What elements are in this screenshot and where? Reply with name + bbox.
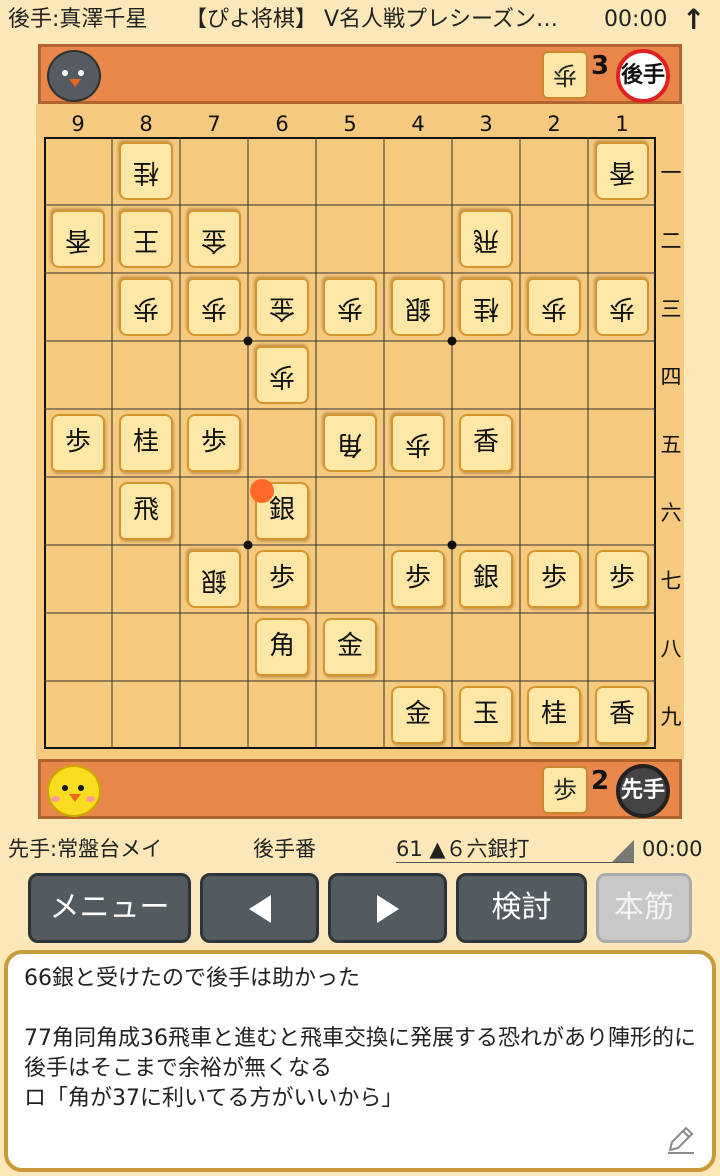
sente-player-name: 先手:常盤台メイ [8, 837, 163, 861]
mainline-button[interactable]: 本筋 [596, 873, 692, 943]
sente-piece[interactable]: 香 [459, 414, 513, 472]
sente-piece-stand: 歩 2 先手 [38, 759, 682, 819]
gote-clock: 00:00 [604, 7, 668, 32]
sente-piece[interactable]: 金 [323, 618, 377, 676]
sente-piece[interactable]: 桂 [119, 414, 173, 472]
file-label: 9 [71, 112, 85, 136]
gote-piece[interactable]: 歩 [323, 278, 377, 336]
sente-piece[interactable]: 金 [391, 686, 445, 744]
gote-piece[interactable]: 桂 [119, 142, 173, 200]
file-label: 8 [139, 112, 153, 136]
rank-label: 八 [660, 637, 682, 661]
sente-piece[interactable]: 桂 [527, 686, 581, 744]
gote-piece[interactable]: 歩 [255, 346, 309, 404]
sente-piece[interactable]: 角 [255, 618, 309, 676]
sente-piece[interactable]: 歩 [187, 414, 241, 472]
sente-piece[interactable]: 歩 [391, 550, 445, 608]
gote-piece[interactable]: 金 [255, 278, 309, 336]
gote-piece[interactable]: 香 [595, 142, 649, 200]
sente-clock: 00:00 [642, 837, 703, 861]
gote-piece[interactable]: 飛 [459, 210, 513, 268]
current-move: 61 ▲６六銀打 [396, 837, 530, 861]
sente-piece[interactable]: 歩 [595, 550, 649, 608]
file-label: 7 [207, 112, 221, 136]
gote-piece[interactable]: 歩 [119, 278, 173, 336]
sente-badge: 先手 [616, 764, 670, 818]
sente-piece[interactable]: 歩 [255, 550, 309, 608]
rank-label: 三 [660, 297, 682, 321]
dropdown-corner-icon [612, 840, 634, 862]
prev-move-button[interactable] [200, 873, 319, 943]
gote-piece[interactable]: 銀 [187, 550, 241, 608]
rank-label: 四 [660, 365, 682, 389]
rank-label: 七 [660, 569, 682, 593]
gote-hand-piece[interactable]: 歩 [542, 51, 588, 99]
up-arrow-icon[interactable]: ↑ [682, 0, 705, 40]
gote-piece[interactable]: 銀 [391, 278, 445, 336]
file-label: 1 [615, 112, 629, 136]
gote-hand-count: 3 [591, 51, 610, 81]
gote-piece[interactable]: 角 [323, 414, 377, 472]
gote-piece-stand: 歩 3 後手 [38, 44, 682, 104]
sente-piece[interactable]: 歩 [51, 414, 105, 472]
shogi-board: 桂香香王金飛歩歩金歩銀桂歩歩歩歩桂歩角歩香飛銀銀歩歩銀歩歩角金金玉桂香 9876… [36, 104, 684, 759]
rank-label: 六 [660, 501, 682, 525]
gray-chick-icon [47, 50, 101, 102]
rank-label: 九 [660, 705, 682, 729]
sente-piece[interactable]: 玉 [459, 686, 513, 744]
gote-badge: 後手 [616, 49, 670, 103]
file-label: 6 [275, 112, 289, 136]
gote-piece[interactable]: 香 [51, 210, 105, 268]
next-move-button[interactable] [328, 873, 447, 943]
sente-hand-count: 2 [591, 766, 610, 796]
move-selector[interactable]: 61 ▲６六銀打 [396, 834, 634, 863]
rank-label: 五 [660, 433, 682, 457]
gote-piece[interactable]: 歩 [595, 278, 649, 336]
sente-piece[interactable]: 香 [595, 686, 649, 744]
gote-piece[interactable]: 歩 [527, 278, 581, 336]
file-label: 3 [479, 112, 493, 136]
file-label: 2 [547, 112, 561, 136]
gote-piece[interactable]: 歩 [187, 278, 241, 336]
sente-piece[interactable]: 飛 [119, 482, 173, 540]
comment-box[interactable]: 66銀と受けたので後手は助かった 77角同角成36飛車と進むと飛車交換に発展する… [4, 950, 716, 1172]
pencil-icon[interactable] [664, 1122, 698, 1156]
gote-piece[interactable]: 歩 [391, 414, 445, 472]
turn-indicator: 後手番 [253, 837, 316, 861]
gote-piece[interactable]: 王 [119, 210, 173, 268]
status-line: 先手:常盤台メイ 後手番 61 ▲６六銀打 00:00 [0, 834, 720, 864]
rank-label: 一 [660, 161, 682, 185]
back-triangle-icon [248, 894, 271, 923]
menu-button[interactable]: メニュー [28, 873, 191, 943]
sente-piece[interactable]: 歩 [527, 550, 581, 608]
sente-hand-piece[interactable]: 歩 [542, 766, 588, 814]
yellow-chick-icon [47, 765, 101, 817]
last-move-marker [250, 479, 274, 503]
sente-piece[interactable]: 銀 [459, 550, 513, 608]
rank-label: 二 [660, 229, 682, 253]
gote-piece[interactable]: 金 [187, 210, 241, 268]
gote-player-name: 後手:真澤千星 [8, 7, 148, 32]
review-button[interactable]: 検討 [456, 873, 587, 943]
file-label: 4 [411, 112, 425, 136]
title-bar: 後手:真澤千星 【ぴよ将棋】 V名人戦プレシーズン… 00:00 ↑ [0, 0, 720, 40]
gote-piece[interactable]: 桂 [459, 278, 513, 336]
file-label: 5 [343, 112, 357, 136]
game-title: 【ぴよ将棋】 V名人戦プレシーズン… [185, 7, 558, 32]
forward-triangle-icon [376, 894, 399, 923]
